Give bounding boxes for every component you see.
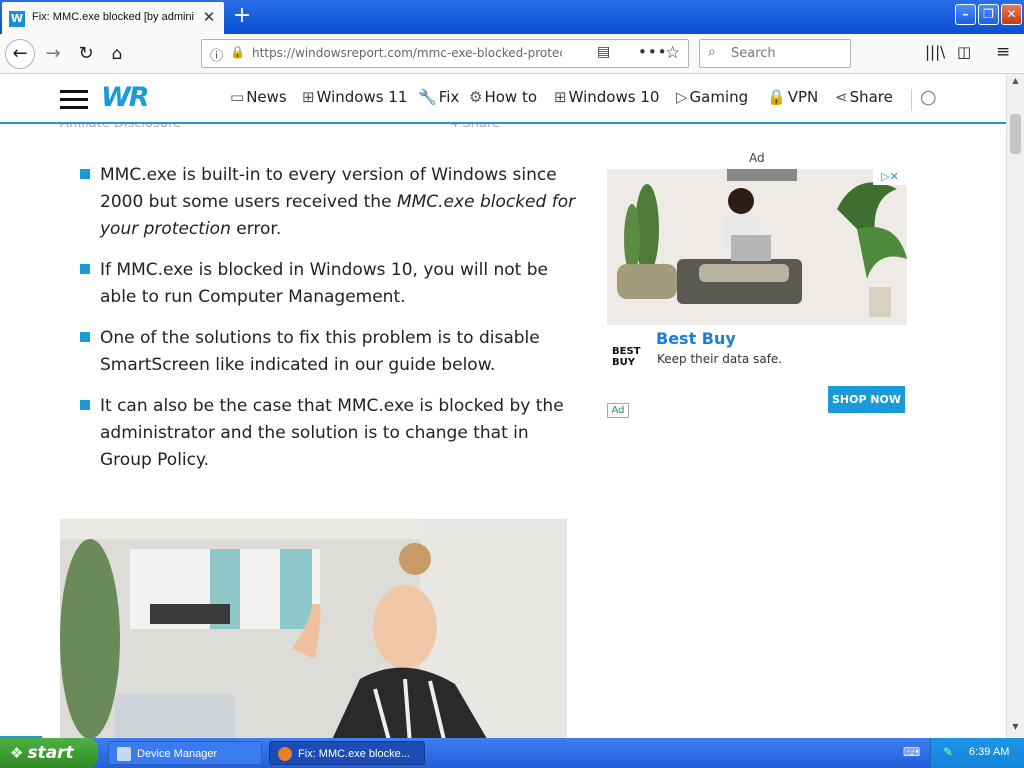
ad-label: Ad [749, 151, 765, 165]
gear-icon: ⚙ [469, 88, 483, 106]
new-tab-button[interactable]: + [231, 4, 253, 28]
site-favicon-icon: W [9, 11, 25, 27]
scroll-thumb[interactable] [1010, 114, 1021, 154]
nav-label: VPN [787, 88, 819, 106]
nav-gaming[interactable]: ▷ Gaming [676, 88, 748, 110]
browser-toolbar: ← → ↻ ⌂ ⓘ 🔒 https://windowsreport.com/mm… [0, 34, 1024, 74]
browser-tab[interactable]: W Fix: MMC.exe blocked [by administrator… [2, 2, 224, 34]
system-tray: ✎ 6:39 AM [930, 738, 1024, 768]
scroll-up-arrow-icon[interactable]: ▲ [1009, 76, 1022, 89]
close-tab-icon[interactable]: ✕ [200, 8, 218, 26]
nav-label: Share [849, 88, 893, 106]
taskbar: ❖ start Device Manager Fix: MMC.exe block… [0, 738, 1024, 768]
taskbar-item-device-manager[interactable]: Device Manager [108, 741, 262, 765]
nav-news[interactable]: ▭ News [230, 88, 287, 110]
tab-title: Fix: MMC.exe blocked [by administrator] [32, 11, 194, 23]
taskbar-item-firefox[interactable]: Fix: MMC.exe blocke... [269, 741, 425, 765]
windows-icon: ⊞ [302, 88, 315, 106]
site-logo[interactable]: WR [101, 82, 150, 113]
firefox-icon [278, 747, 292, 761]
list-item: It can also be the case that MMC.exe is … [80, 393, 580, 474]
nav-label: Windows 11 [316, 88, 408, 106]
news-icon: ▭ [230, 88, 245, 106]
summary-bullets: MMC.exe is built-in to every version of … [80, 162, 580, 488]
nav-fix[interactable]: 🔧 Fix [418, 88, 459, 110]
vertical-scrollbar[interactable]: ▲ ▼ [1006, 74, 1024, 738]
reader-view-icon[interactable]: ▤ [597, 44, 610, 60]
ad-tagline: Keep their data safe. [657, 352, 783, 366]
info-icon[interactable]: ⓘ [210, 45, 223, 64]
nav-windows-10[interactable]: ⊞ Windows 10 [554, 88, 659, 110]
back-button[interactable]: ← [5, 39, 35, 69]
taskbar-item-label: Device Manager [137, 748, 218, 760]
list-item: MMC.exe is built-in to every version of … [80, 162, 580, 243]
forward-button[interactable]: → [42, 42, 64, 66]
page-viewport: Affiliate Disclosure 4 Share WR ▭News ⊞W… [0, 74, 1006, 738]
close-window-button[interactable]: ✕ [1001, 4, 1022, 25]
search-bar[interactable]: ⌕ Search [699, 39, 851, 68]
library-icon[interactable]: |||\ [925, 43, 945, 61]
address-bar[interactable]: ⓘ 🔒 https://windowsreport.com/mmc-exe-bl… [201, 39, 689, 68]
start-button[interactable]: ❖ start [0, 738, 98, 768]
nav-label: Gaming [689, 88, 749, 106]
bestbuy-logo: BEST BUY [612, 346, 641, 368]
lock-icon[interactable]: 🔒 [230, 45, 245, 59]
browser-titlebar: W Fix: MMC.exe blocked [by administrator… [0, 0, 1024, 34]
search-input[interactable]: Search [731, 46, 776, 61]
maximize-button[interactable]: ❐ [978, 4, 999, 25]
lock-icon: 🔒 [767, 88, 786, 106]
hamburger-menu-icon[interactable] [60, 90, 88, 110]
nav-label: How to [484, 88, 538, 106]
nav-label: Windows 10 [568, 88, 660, 106]
list-item: One of the solutions to fix this problem… [80, 325, 580, 379]
url-text[interactable]: https://windowsreport.com/mmc-exe-blocke… [252, 46, 562, 60]
home-button[interactable]: ⌂ [106, 42, 128, 66]
network-icon[interactable]: ✎ [943, 745, 957, 759]
ad-badge: Ad [607, 403, 629, 418]
site-search-icon[interactable]: ○ [920, 86, 937, 108]
nav-share[interactable]: ⋖ Share [835, 88, 893, 110]
start-label: start [27, 743, 74, 763]
screen: W Fix: MMC.exe blocked [by administrator… [0, 0, 1024, 768]
nav-vpn[interactable]: 🔒 VPN [767, 88, 818, 110]
play-icon: ▷ [676, 88, 688, 106]
menu-icon[interactable]: ≡ [996, 42, 1010, 62]
wrench-icon: 🔧 [418, 88, 437, 106]
ad-choices-icon[interactable]: ▷✕ [873, 169, 907, 185]
ad-image[interactable] [607, 169, 907, 325]
minimize-button[interactable]: – [955, 4, 976, 25]
bookmark-star-icon[interactable]: ☆ [665, 43, 680, 63]
nav-how-to[interactable]: ⚙ How to [469, 88, 537, 110]
list-item: If MMC.exe is blocked in Windows 10, you… [80, 257, 580, 311]
article-hero-image [60, 519, 567, 738]
nav-label: Fix [438, 88, 460, 106]
clock[interactable]: 6:39 AM [969, 746, 1009, 758]
device-manager-icon [117, 747, 131, 761]
ad-brand-name[interactable]: Best Buy [656, 329, 736, 348]
reload-button[interactable]: ↻ [75, 42, 97, 66]
site-header: WR ▭ News ⊞ Windows 11 🔧 Fix ⚙ How to ⊞ Windo… [0, 74, 1006, 124]
keyboard-icon[interactable]: ⌨ [903, 745, 920, 759]
shop-now-button[interactable]: SHOP NOW [828, 386, 905, 413]
nav-label: News [246, 88, 287, 106]
windows-flag-icon: ❖ [10, 744, 24, 762]
scroll-down-arrow-icon[interactable]: ▼ [1009, 722, 1022, 735]
windows-icon: ⊞ [554, 88, 567, 106]
share-icon: ⋖ [835, 88, 848, 106]
page-actions-icon[interactable]: ••• [638, 43, 668, 61]
nav-divider [911, 89, 912, 111]
sidebar-icon[interactable]: ◫ [957, 43, 971, 61]
search-icon: ⌕ [708, 44, 716, 60]
nav-windows-11[interactable]: ⊞ Windows 11 [302, 88, 407, 110]
taskbar-item-label: Fix: MMC.exe blocke... [298, 748, 410, 760]
